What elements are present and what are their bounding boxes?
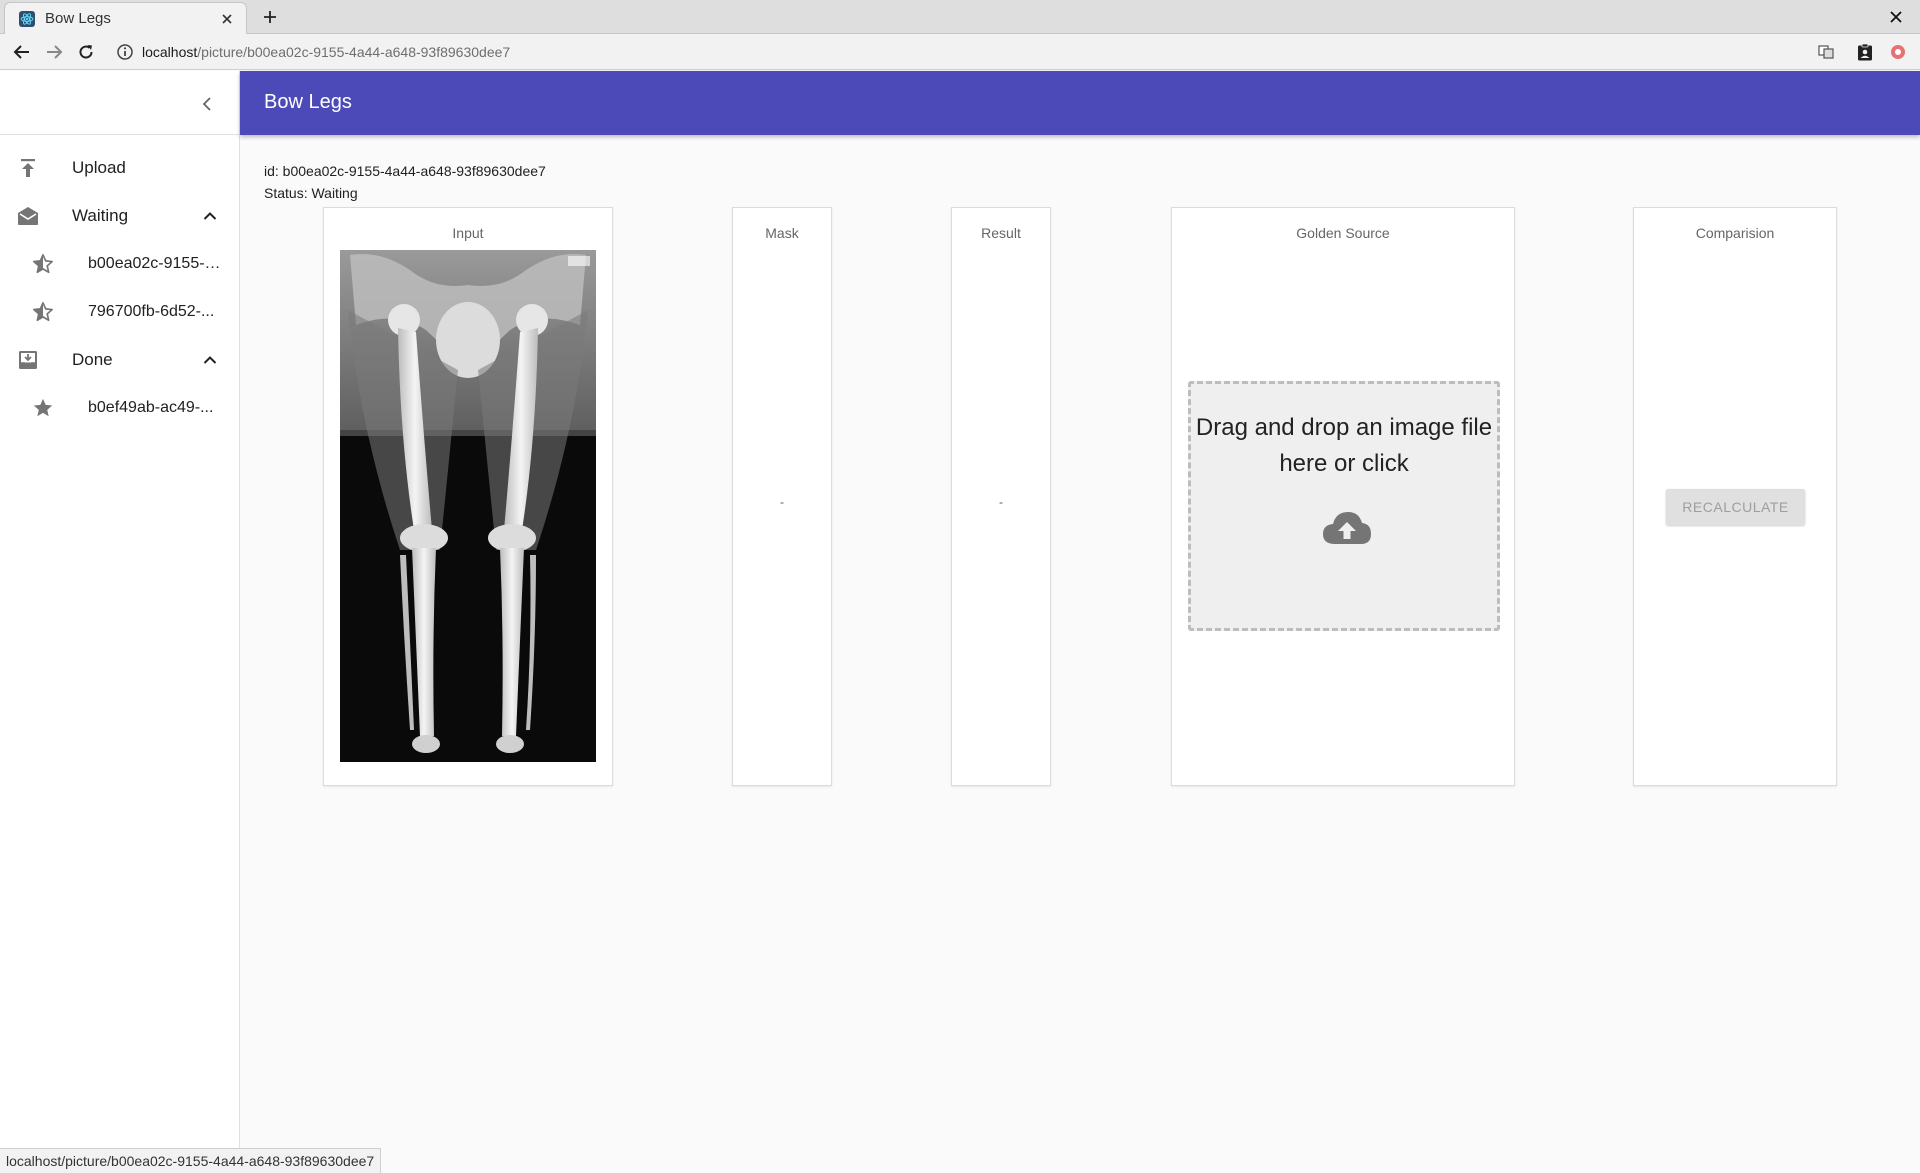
url-host: localhost [142, 44, 198, 60]
sidebar-item-label: 796700fb-6d52-... [88, 303, 215, 320]
close-tab-icon[interactable] [218, 10, 236, 28]
sidebar-item-done-picture[interactable]: b0ef49ab-ac49-... [0, 384, 240, 432]
browser-toolbar: localhost/picture/b00ea02c-9155-4a44-a64… [0, 34, 1920, 70]
sidebar-item-label: b00ea02c-9155-4a44-a648-93f89630dee7 [88, 255, 223, 272]
input-card: Input [323, 207, 613, 786]
url-path: /picture/b00ea02c-9155-4a44-a648-93f8963… [197, 44, 511, 60]
record-extension-icon[interactable] [1888, 42, 1908, 62]
site-info-icon[interactable] [116, 43, 134, 61]
reload-icon[interactable] [75, 41, 97, 63]
sidebar-header [0, 71, 239, 135]
result-card: Result - [951, 207, 1051, 786]
sidebar-item-label: Upload [72, 158, 126, 177]
sidebar-item-upload[interactable]: Upload [0, 144, 240, 192]
result-empty-value: - [999, 495, 1003, 509]
page-title: Bow Legs [264, 91, 352, 113]
window-close-icon[interactable] [1886, 7, 1906, 27]
sidebar-item-label: b0ef49ab-ac49-... [88, 399, 214, 416]
comparison-card: Comparision Recalculate [1633, 207, 1837, 786]
browser-status-bar: localhost/picture/b00ea02c-9155-4a44-a64… [0, 1148, 382, 1173]
sidebar-item-waiting[interactable]: Waiting [0, 192, 240, 240]
recalculate-button[interactable]: Recalculate [1666, 489, 1805, 525]
translate-icon[interactable] [1816, 42, 1836, 62]
sidebar-item-waiting-picture[interactable]: b00ea02c-9155-4a44-a648-93f89630dee7 [0, 240, 240, 288]
card-title: Golden Source [1296, 225, 1390, 241]
golden-source-card: Golden Source Drag and drop an image fil… [1171, 207, 1515, 786]
back-arrow-icon[interactable] [11, 41, 33, 63]
browser-tab[interactable]: Bow Legs [4, 2, 247, 34]
sidebar-item-done[interactable]: Done [0, 336, 240, 384]
app-bar: Bow Legs [240, 71, 1920, 135]
picture-id: id: b00ea02c-9155-4a44-a648-93f89630dee7 [264, 163, 546, 179]
new-tab-plus-icon[interactable] [259, 6, 281, 28]
tab-title: Bow Legs [45, 10, 111, 27]
collapse-sidebar-chevron-left-icon[interactable] [194, 91, 220, 117]
sidebar-item-label: Waiting [72, 206, 129, 225]
chevron-up-icon[interactable] [198, 348, 222, 372]
sidebar-item-label: Done [72, 350, 113, 369]
drafts-envelope-icon [16, 204, 40, 228]
dropzone-text: Drag and drop an image file here or clic… [1195, 414, 1493, 477]
card-title: Comparision [1695, 225, 1775, 241]
image-dropzone[interactable]: Drag and drop an image file here or clic… [1188, 381, 1500, 631]
upload-icon [16, 156, 40, 180]
clipboard-user-icon[interactable] [1855, 42, 1875, 62]
star-half-icon [31, 252, 55, 276]
forward-arrow-icon[interactable] [43, 41, 65, 63]
address-bar[interactable]: localhost/picture/b00ea02c-9155-4a44-a64… [142, 44, 510, 60]
picture-status: Status: Waiting [264, 185, 358, 201]
star-icon [31, 396, 55, 420]
input-xray-image[interactable] [340, 250, 596, 762]
card-title: Mask [765, 225, 799, 241]
move-to-inbox-icon [16, 348, 40, 372]
card-title: Input [452, 225, 484, 241]
picture-meta: id: b00ea02c-9155-4a44-a648-93f89630dee7… [264, 160, 546, 204]
browser-tabstrip: Bow Legs [0, 0, 1920, 34]
react-favicon-icon [19, 10, 35, 27]
cloud-upload-icon [1323, 512, 1371, 544]
mask-empty-value: - [780, 495, 784, 509]
sidebar: Upload Waiting b00ea02c-9155-4a44-a648-9… [0, 71, 240, 1173]
star-half-icon [31, 300, 55, 324]
mask-card: Mask - [732, 207, 832, 786]
card-title: Result [981, 225, 1021, 241]
chevron-up-icon[interactable] [198, 204, 222, 228]
sidebar-item-waiting-picture[interactable]: 796700fb-6d52-... [0, 288, 240, 336]
